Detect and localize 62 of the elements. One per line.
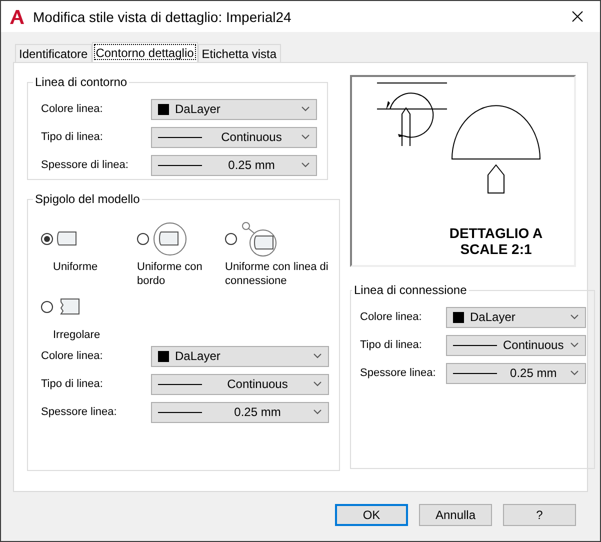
dropdown[interactable]: 0.25 mm <box>151 154 317 176</box>
dropdown[interactable]: Continuous <box>151 126 317 148</box>
line-sample-icon <box>158 136 202 138</box>
field-label: Tipo di linea: <box>41 378 104 390</box>
chevron-down-icon <box>301 162 310 168</box>
app-logo-icon <box>9 8 25 24</box>
chevron-down-icon <box>570 314 579 320</box>
dropdown[interactable]: Continuous <box>446 334 586 356</box>
chevron-down-icon <box>570 342 579 348</box>
field-label: Spessore di linea: <box>41 159 130 171</box>
field-label: Tipo di linea: <box>360 339 423 351</box>
line-sample-icon <box>158 164 202 166</box>
close-icon <box>572 11 582 22</box>
chevron-down-icon <box>313 409 322 415</box>
group-title: Spigolo del modello <box>34 192 141 206</box>
chevron-down-icon <box>313 381 322 387</box>
dropdown[interactable]: 0.25 mm <box>151 402 329 422</box>
chevron-down-icon <box>301 134 310 140</box>
chevron-down-icon <box>313 353 322 359</box>
line-sample-icon <box>453 344 497 346</box>
chevron-down-icon <box>301 106 310 112</box>
option-label: Uniforme con linea di connessione <box>225 260 329 288</box>
jagged-edge-icon <box>57 298 81 316</box>
color-swatch-icon <box>158 350 169 362</box>
field-label: Colore linea: <box>360 311 423 323</box>
bordered-edge-icon <box>153 222 187 256</box>
radio-button[interactable] <box>137 233 149 245</box>
field-label: Colore linea: <box>41 103 104 115</box>
dropdown[interactable]: DaLayer <box>446 306 586 328</box>
field-label: Tipo di linea: <box>41 131 104 143</box>
color-swatch-icon <box>158 104 169 114</box>
option-label: Irregolare <box>52 328 102 342</box>
dialog-button[interactable]: OK <box>335 504 408 526</box>
field-label: Colore linea: <box>41 350 104 362</box>
dropdown[interactable]: DaLayer <box>151 98 317 120</box>
field-label: Spessore linea: <box>41 406 118 418</box>
tab[interactable]: Etichetta vista <box>198 44 280 62</box>
line-sample-icon <box>158 410 202 414</box>
radio-button[interactable] <box>41 301 53 313</box>
dialog-button[interactable]: ? <box>503 504 576 526</box>
dialog-button[interactable]: Annulla <box>419 504 492 526</box>
model-edge-icon <box>57 231 79 247</box>
preview-caption: SCALE 2:1 <box>459 241 533 257</box>
option-label: Uniforme <box>52 260 99 274</box>
field-label: Spessore linea: <box>360 367 437 379</box>
option-label: Uniforme con bordo <box>137 260 204 288</box>
chevron-down-icon <box>570 370 579 376</box>
window-title: Modifica stile vista di dettaglio: Imperial24 <box>33 8 292 24</box>
tab[interactable]: Contorno dettaglio <box>92 42 198 62</box>
preview-caption: DETTAGLIO A <box>448 225 544 241</box>
connected-edge-icon <box>241 221 277 257</box>
dropdown[interactable]: 0.25 mm <box>446 362 586 384</box>
group-title: Linea di contorno <box>34 75 128 89</box>
radio-button[interactable] <box>41 233 53 245</box>
tab[interactable]: Identificatore <box>15 44 92 62</box>
dropdown[interactable]: DaLayer <box>151 346 329 366</box>
group-title: Linea di connessione <box>353 283 468 297</box>
color-swatch-icon <box>453 312 464 322</box>
line-sample-icon <box>453 372 497 374</box>
dropdown[interactable]: Continuous <box>151 374 329 394</box>
radio-button[interactable] <box>225 233 237 245</box>
line-sample-icon <box>158 382 202 386</box>
